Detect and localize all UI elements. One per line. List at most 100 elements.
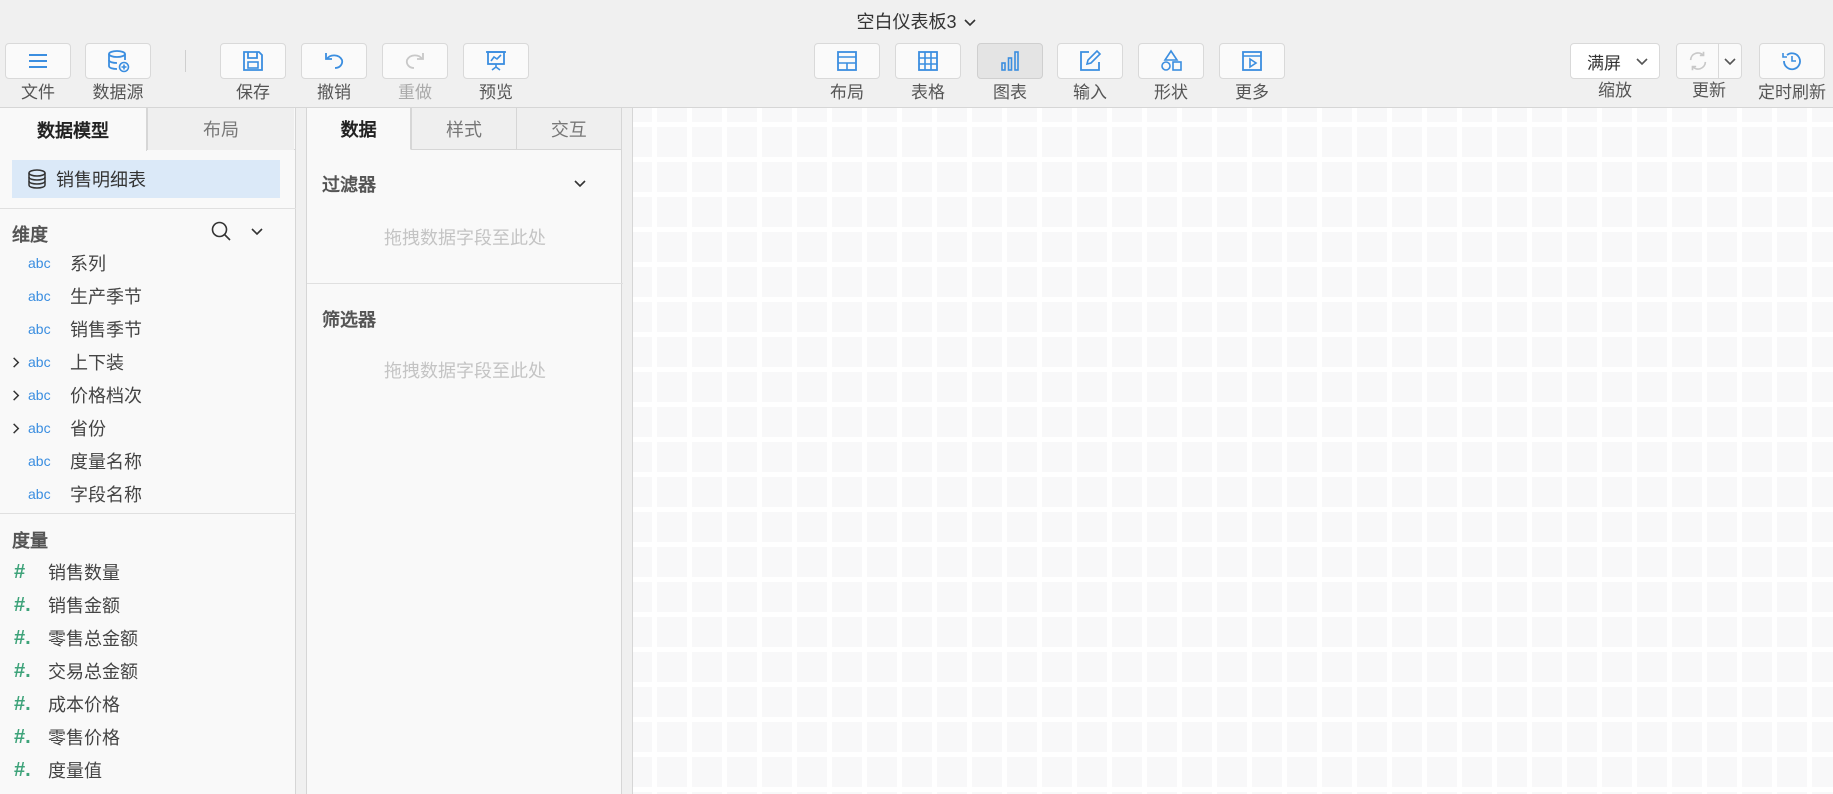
preview-button[interactable]: 预览 — [463, 43, 529, 105]
dimension-item[interactable]: abc 系列 — [0, 248, 296, 278]
model-name: 销售明细表 — [56, 170, 146, 190]
layout-button[interactable]: 布局 — [814, 43, 880, 105]
dashboard-canvas[interactable] — [632, 108, 1833, 794]
measure-name: 交易总金额 — [48, 662, 138, 682]
dashboard-title[interactable]: 空白仪表板3 — [0, 8, 1833, 36]
edit-icon — [1080, 49, 1102, 71]
shape-button[interactable]: 形状 — [1138, 43, 1204, 105]
measure-item[interactable]: #. 零售总金额 — [0, 623, 296, 653]
input-button[interactable]: 输入 — [1057, 43, 1123, 105]
timed-refresh-button[interactable]: 定时刷新 — [1758, 43, 1826, 105]
chart-label: 图表 — [993, 83, 1027, 102]
file-button[interactable]: 文件 — [5, 43, 71, 105]
dimension-item[interactable]: abc 省份 — [0, 413, 296, 443]
database-icon — [28, 169, 46, 189]
chevron-down-icon — [1636, 58, 1648, 66]
filter-drop-zone[interactable]: 拖拽数据字段至此处 — [307, 224, 623, 250]
dimension-name: 字段名称 — [70, 485, 142, 505]
measure-name: 销售数量 — [48, 563, 120, 583]
chart-button[interactable]: 图表 — [977, 43, 1043, 105]
dimension-name: 价格档次 — [70, 386, 142, 406]
presentation-icon — [486, 51, 506, 71]
dimension-name: 销售季节 — [70, 320, 142, 340]
save-button[interactable]: 保存 — [220, 43, 286, 105]
text-type-icon: abc — [28, 453, 51, 469]
refresh-button-group — [1676, 43, 1742, 79]
text-type-icon: abc — [28, 288, 51, 304]
selector-title: 筛选器 — [322, 310, 376, 330]
left-panel-tabs: 数据模型 布局 — [0, 108, 295, 151]
datasource-button[interactable]: 数据源 — [85, 43, 151, 105]
menu-icon — [29, 54, 47, 68]
chevron-right-icon[interactable] — [0, 422, 28, 435]
text-type-icon: abc — [28, 321, 51, 337]
measures-title: 度量 — [12, 531, 48, 551]
file-label: 文件 — [21, 83, 55, 102]
dimension-name: 系列 — [70, 254, 106, 274]
dimension-name: 上下装 — [70, 353, 124, 373]
undo-button[interactable]: 撤销 — [301, 43, 367, 105]
text-type-icon: abc — [28, 486, 51, 502]
refresh-label: 更新 — [1692, 81, 1726, 100]
dimension-item[interactable]: abc 价格档次 — [0, 380, 296, 410]
tab-layout[interactable]: 布局 — [147, 108, 294, 150]
measure-item[interactable]: #. 零售价格 — [0, 722, 296, 752]
redo-icon — [405, 53, 424, 69]
media-icon — [1242, 51, 1262, 71]
shape-label: 形状 — [1154, 83, 1188, 102]
tab-interaction[interactable]: 交互 — [515, 108, 621, 150]
top-toolbar: 空白仪表板3 文件 数据源 保存 撤销 重做 预览 布局 表格 图表 输入 形状… — [0, 0, 1833, 108]
number-type-icon: #. — [14, 659, 31, 682]
measure-name: 成本价格 — [48, 695, 120, 715]
undo-label: 撤销 — [317, 83, 351, 102]
dimension-item[interactable]: abc 字段名称 — [0, 479, 296, 509]
tab-data[interactable]: 数据 — [307, 108, 412, 150]
number-type-icon: # — [14, 560, 26, 583]
divider — [307, 283, 623, 284]
refresh-button[interactable] — [1677, 44, 1719, 78]
datasource-label: 数据源 — [92, 83, 144, 102]
measure-name: 度量值 — [48, 761, 102, 781]
preview-label: 预览 — [479, 83, 513, 102]
search-icon[interactable] — [210, 220, 232, 242]
number-type-icon: #. — [14, 758, 31, 781]
selector-drop-zone[interactable]: 拖拽数据字段至此处 — [307, 357, 623, 383]
dimension-item[interactable]: abc 上下装 — [0, 347, 296, 377]
tab-style[interactable]: 样式 — [411, 108, 516, 150]
table-icon — [918, 51, 938, 71]
property-tabs: 数据 样式 交互 — [307, 108, 621, 150]
bar-chart-icon — [1001, 51, 1019, 71]
dashboard-title-text: 空白仪表板3 — [856, 12, 957, 32]
dimension-item[interactable]: abc 生产季节 — [0, 281, 296, 311]
property-panel: 数据 样式 交互 过滤器 拖拽数据字段至此处 筛选器 拖拽数据字段至此处 — [306, 108, 623, 794]
measure-name: 零售价格 — [48, 728, 120, 748]
more-button[interactable]: 更多 — [1219, 43, 1285, 105]
redo-button[interactable]: 重做 — [382, 43, 448, 105]
save-icon — [243, 51, 263, 71]
chevron-down-icon[interactable] — [250, 224, 264, 238]
zoom-label: 缩放 — [1598, 81, 1632, 100]
zoom-select[interactable]: 满屏 — [1570, 43, 1660, 79]
measure-name: 销售金额 — [48, 596, 120, 616]
measure-item[interactable]: #. 交易总金额 — [0, 656, 296, 686]
dimension-item[interactable]: abc 度量名称 — [0, 446, 296, 476]
dimension-name: 生产季节 — [70, 287, 142, 307]
refresh-dropdown[interactable] — [1719, 44, 1741, 78]
data-model-panel: 数据模型 布局 销售明细表 维度 abc 系列 abc 生产季节 abc 销售季节 abc 上… — [0, 108, 296, 794]
chevron-right-icon[interactable] — [0, 356, 28, 369]
measure-item[interactable]: #. 度量值 — [0, 755, 296, 785]
dimension-item[interactable]: abc 销售季节 — [0, 314, 296, 344]
dimension-name: 省份 — [70, 419, 106, 439]
measure-name: 零售总金额 — [48, 629, 138, 649]
tab-data-model[interactable]: 数据模型 — [0, 108, 147, 151]
measure-item[interactable]: # 销售数量 — [0, 557, 296, 587]
chevron-down-icon[interactable] — [573, 176, 587, 190]
chevron-right-icon[interactable] — [0, 389, 28, 402]
model-item-sales-detail[interactable]: 销售明细表 — [12, 160, 280, 198]
table-label: 表格 — [911, 83, 945, 102]
table-button[interactable]: 表格 — [895, 43, 961, 105]
input-label: 输入 — [1073, 83, 1107, 102]
redo-label: 重做 — [398, 83, 432, 102]
measure-item[interactable]: #. 销售金额 — [0, 590, 296, 620]
measure-item[interactable]: #. 成本价格 — [0, 689, 296, 719]
